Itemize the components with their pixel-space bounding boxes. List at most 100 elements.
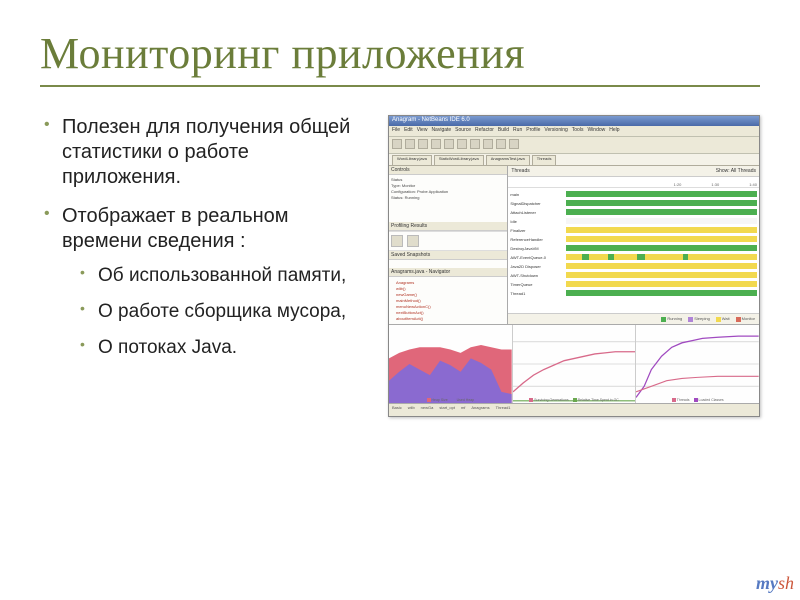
- thread-row[interactable]: Thread1: [510, 289, 757, 297]
- toolbar-icon[interactable]: [509, 139, 519, 149]
- snapshot-icon[interactable]: [391, 235, 403, 247]
- thread-bar: [566, 209, 757, 215]
- nav-item[interactable]: aboutItemActi(): [396, 316, 504, 321]
- bullet-2b: О работе сборщика мусора,: [80, 300, 370, 324]
- nav-item[interactable]: menuNewActionC(): [396, 304, 504, 309]
- menu-item[interactable]: Versioning: [544, 127, 567, 135]
- thread-label: Idle: [510, 219, 566, 224]
- thread-label: SignalDispatcher: [510, 201, 566, 206]
- thread-label: ReferenceHandler: [510, 237, 566, 242]
- thread-bar: [566, 227, 757, 233]
- thread-label: AWT-Shutdown: [510, 273, 566, 278]
- status-item: Thread1: [496, 405, 511, 415]
- thread-bar: [566, 272, 757, 278]
- threads-header: Threads Show: All Threads: [508, 166, 759, 177]
- chart-legend: Surviving Generations Relative Time Spen…: [515, 398, 634, 402]
- status-block: Status Type: Monitor Configuration: Prob…: [389, 175, 507, 222]
- thread-bar: [566, 236, 757, 242]
- nav-item[interactable]: mainMethod(): [396, 298, 504, 303]
- slide-body: Полезен для получения общей статистики о…: [40, 115, 760, 417]
- bullet-1-text: Полезен для получения общей статистики о…: [62, 116, 350, 188]
- toolbar-icon[interactable]: [392, 139, 402, 149]
- chart-legend: Heap Size Used Heap: [391, 398, 510, 402]
- toolbar-icon[interactable]: [496, 139, 506, 149]
- menu-item[interactable]: File: [392, 127, 400, 135]
- menu-item[interactable]: Run: [513, 127, 522, 135]
- thread-label: Thread1: [510, 291, 566, 296]
- window-titlebar: Anagram - NetBeans IDE 6.0: [389, 116, 759, 126]
- menu-item[interactable]: Profile: [526, 127, 540, 135]
- menu-item[interactable]: Build: [498, 127, 509, 135]
- menu-item[interactable]: Edit: [404, 127, 413, 135]
- toolbar-icon[interactable]: [418, 139, 428, 149]
- thread-row[interactable]: Finalizer: [510, 226, 757, 234]
- thread-label: TimerQueue: [510, 282, 566, 287]
- editor-tab[interactable]: Threads: [532, 155, 557, 165]
- thread-label: Finalizer: [510, 228, 566, 233]
- thread-row[interactable]: Idle: [510, 217, 757, 225]
- navigator-header: Anagrams.java - Navigator: [389, 268, 507, 277]
- chart-gc: Surviving Generations Relative Time Spen…: [513, 325, 637, 403]
- toolbar-icon[interactable]: [431, 139, 441, 149]
- menu-item[interactable]: View: [417, 127, 428, 135]
- toolbar-icon[interactable]: [470, 139, 480, 149]
- left-pane: Controls Status Type: Monitor Configurat…: [389, 166, 508, 324]
- thread-row[interactable]: TimerQueue: [510, 280, 757, 288]
- navigator: Anagrams wlib() newGame() mainMethod() m…: [389, 277, 507, 324]
- time-tick: 1:20: [674, 182, 682, 187]
- menu-item[interactable]: Help: [609, 127, 619, 135]
- thread-row[interactable]: AWT-EventQueue-0: [510, 253, 757, 261]
- thread-label: main: [510, 192, 566, 197]
- bullet-2-text: Отображает в реальном времени сведения :: [62, 205, 289, 252]
- status-line: Type: Monitor: [391, 183, 505, 188]
- time-tick: 1:30: [711, 182, 719, 187]
- statusbar: Basic wlib newGa start_opt mf Anagrams T…: [389, 403, 759, 416]
- menu-item[interactable]: Navigate: [431, 127, 451, 135]
- toolbar-icon[interactable]: [405, 139, 415, 149]
- nav-item[interactable]: nextButtonAct(): [396, 310, 504, 315]
- toolbar-icon[interactable]: [483, 139, 493, 149]
- thread-row[interactable]: main: [510, 190, 757, 198]
- thread-row[interactable]: AWT-Shutdown: [510, 271, 757, 279]
- status-item: mf: [461, 405, 465, 415]
- thread-rows: main SignalDispatcher AttachListener Idle Fi…: [508, 188, 759, 313]
- editor-tab[interactable]: AnagramsTest.java: [486, 155, 530, 165]
- menu-item[interactable]: Source: [455, 127, 471, 135]
- threads-filter[interactable]: Show: All Threads: [716, 168, 756, 174]
- legend-swatch-running: [661, 317, 666, 322]
- status-item: wlib: [408, 405, 415, 415]
- legend-label: Wait: [722, 316, 730, 321]
- threads-legend: Running Sleeping Wait Monitor: [508, 313, 759, 324]
- editor-tabs: WordLibrary.java StaticWordLibrary.java …: [389, 154, 759, 166]
- bullet-2c: О потоках Java.: [80, 336, 370, 360]
- ide-content: Controls Status Type: Monitor Configurat…: [389, 166, 759, 403]
- nav-item[interactable]: newGame(): [396, 292, 504, 297]
- chart-legend: Threads Loaded Classes: [638, 398, 757, 402]
- thread-bar: [566, 281, 757, 287]
- thread-bar: [566, 254, 757, 260]
- nav-item[interactable]: wlib(): [396, 286, 504, 291]
- thread-row[interactable]: AttachListener: [510, 208, 757, 216]
- thread-row[interactable]: Java2D Disposer: [510, 262, 757, 270]
- editor-tab[interactable]: WordLibrary.java: [392, 155, 432, 165]
- thread-row[interactable]: DestroyJavaVM: [510, 244, 757, 252]
- results-icon[interactable]: [407, 235, 419, 247]
- menu-item[interactable]: Window: [587, 127, 605, 135]
- menu-item[interactable]: Refactor: [475, 127, 494, 135]
- editor-tab[interactable]: StaticWordLibrary.java: [434, 155, 484, 165]
- legend-swatch-wait: [716, 317, 721, 322]
- thread-row[interactable]: ReferenceHandler: [510, 235, 757, 243]
- toolbar-icon[interactable]: [457, 139, 467, 149]
- thread-row[interactable]: SignalDispatcher: [510, 199, 757, 207]
- legend-swatch-monitor: [736, 317, 741, 322]
- threads-pane: Threads Show: All Threads 1:20 1:30 1:40…: [508, 166, 759, 324]
- status-item: newGa: [421, 405, 434, 415]
- upper-panes: Controls Status Type: Monitor Configurat…: [389, 166, 759, 325]
- toolbar-icon[interactable]: [444, 139, 454, 149]
- menu-item[interactable]: Tools: [572, 127, 584, 135]
- nav-item[interactable]: Anagrams: [396, 280, 504, 285]
- timeline: 1:20 1:30 1:40: [508, 177, 759, 188]
- thread-bar: [566, 290, 757, 296]
- threads-title: Threads: [511, 168, 529, 174]
- charts-row: Heap Size Used Heap Sur: [389, 325, 759, 403]
